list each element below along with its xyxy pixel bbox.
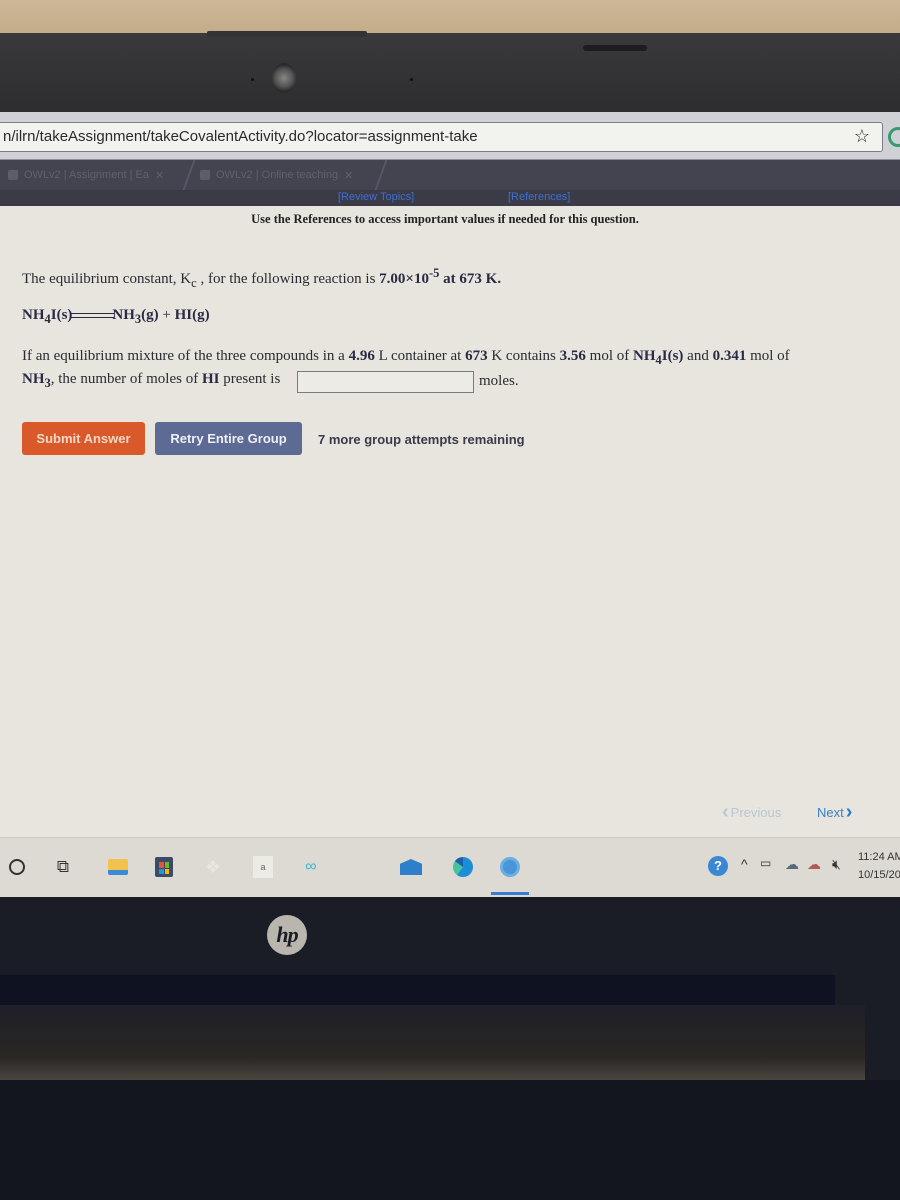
mic-dot bbox=[251, 78, 254, 81]
clock[interactable]: 11:24 AM 10/15/20 bbox=[858, 848, 900, 884]
bezel-speaker bbox=[583, 45, 647, 51]
browser-toolbar: n/ilrn/takeAssignment/takeCovalentActivi… bbox=[0, 112, 900, 160]
onedrive-error-icon[interactable]: ☁ bbox=[807, 856, 821, 873]
question-header: [Review Topics] [References] bbox=[0, 190, 900, 206]
edge-icon[interactable] bbox=[452, 856, 474, 878]
task-view-icon[interactable]: ⧉ bbox=[52, 856, 74, 878]
app-icon[interactable]: a bbox=[252, 856, 274, 878]
tab-label: OWLv2 | Online teaching bbox=[216, 169, 339, 181]
tab-assignment[interactable]: OWLv2 | Assignment | Ea ✕ bbox=[8, 164, 164, 186]
help-icon[interactable]: ? bbox=[708, 856, 728, 876]
unit-label: moles. bbox=[479, 373, 519, 389]
show-hidden-icons-icon[interactable]: ^ bbox=[741, 856, 748, 872]
references-note: Use the References to access important v… bbox=[251, 212, 639, 226]
dropbox-icon[interactable]: ❖ bbox=[202, 856, 224, 878]
bookmark-star-icon[interactable]: ☆ bbox=[854, 126, 870, 147]
submit-answer-button[interactable]: Submit Answer bbox=[22, 422, 145, 455]
question-text-line2: NH3, the number of moles of HI present i… bbox=[22, 371, 281, 390]
tab-separator bbox=[374, 160, 388, 190]
answer-input[interactable] bbox=[297, 371, 474, 393]
laptop-base bbox=[0, 1005, 865, 1080]
close-tab-icon[interactable]: ✕ bbox=[344, 169, 353, 182]
tab-strip: OWLv2 | Assignment | Ea ✕ OWLv2 | Online… bbox=[0, 160, 900, 190]
question-intro: The equilibrium constant, Kc , for the f… bbox=[22, 266, 502, 290]
background-wall bbox=[0, 0, 900, 36]
question-text-line1: If an equilibrium mixture of the three c… bbox=[22, 348, 790, 367]
review-topics-link[interactable]: [Review Topics] bbox=[338, 191, 414, 203]
active-app-indicator bbox=[491, 892, 529, 895]
store-icon[interactable] bbox=[153, 856, 175, 878]
battery-icon[interactable]: ▭ bbox=[760, 856, 771, 870]
laptop-hinge bbox=[0, 975, 835, 1005]
address-bar[interactable]: n/ilrn/takeAssignment/takeCovalentActivi… bbox=[0, 122, 883, 152]
retry-group-button[interactable]: Retry Entire Group bbox=[155, 422, 302, 455]
onedrive-icon[interactable]: ☁ bbox=[785, 856, 799, 873]
keyboard-area bbox=[0, 1080, 900, 1200]
bezel-notch bbox=[207, 31, 367, 37]
tab-label: OWLv2 | Assignment | Ea bbox=[24, 169, 149, 181]
kc-value: 7.00×10-5 bbox=[379, 266, 440, 287]
cortana-icon[interactable]: ∞ bbox=[300, 856, 322, 878]
volume-muted-icon[interactable]: 🔇︎ bbox=[832, 856, 841, 873]
tab-favicon bbox=[8, 170, 18, 180]
laptop-top-bezel bbox=[0, 31, 900, 113]
reaction-equation: NH4I(s) NH3(g) + HI(g) bbox=[22, 307, 210, 326]
chrome-icon[interactable] bbox=[499, 856, 521, 878]
hp-logo: hp bbox=[267, 915, 307, 955]
mic-dot bbox=[410, 78, 413, 81]
mail-icon[interactable] bbox=[400, 856, 422, 878]
start-search-icon[interactable] bbox=[6, 856, 28, 878]
next-button[interactable]: Next › bbox=[817, 801, 853, 823]
file-explorer-icon[interactable] bbox=[107, 856, 129, 878]
chevron-left-icon: ‹ bbox=[722, 801, 729, 823]
clock-time: 11:24 AM bbox=[858, 851, 900, 863]
attempts-remaining: 7 more group attempts remaining bbox=[318, 432, 525, 447]
tab-online-teaching[interactable]: OWLv2 | Online teaching ✕ bbox=[200, 164, 353, 186]
taskbar: ⧉ ❖ a ∞ ? ^ ▭ ☁ ☁ 🔇︎ 11:24 AM 10/15/20 bbox=[0, 837, 900, 897]
profile-icon[interactable] bbox=[888, 127, 900, 147]
tab-separator bbox=[182, 160, 196, 190]
previous-button[interactable]: ‹ Previous bbox=[722, 801, 781, 823]
references-link[interactable]: [References] bbox=[508, 191, 570, 203]
equilibrium-arrow-icon bbox=[70, 312, 115, 320]
screen: n/ilrn/takeAssignment/takeCovalentActivi… bbox=[0, 112, 900, 897]
tab-favicon bbox=[200, 170, 210, 180]
close-tab-icon[interactable]: ✕ bbox=[155, 169, 164, 182]
chevron-right-icon: › bbox=[845, 801, 853, 823]
webcam-icon bbox=[272, 63, 296, 93]
clock-date: 10/15/20 bbox=[858, 869, 900, 881]
url-text[interactable]: n/ilrn/takeAssignment/takeCovalentActivi… bbox=[3, 128, 478, 145]
